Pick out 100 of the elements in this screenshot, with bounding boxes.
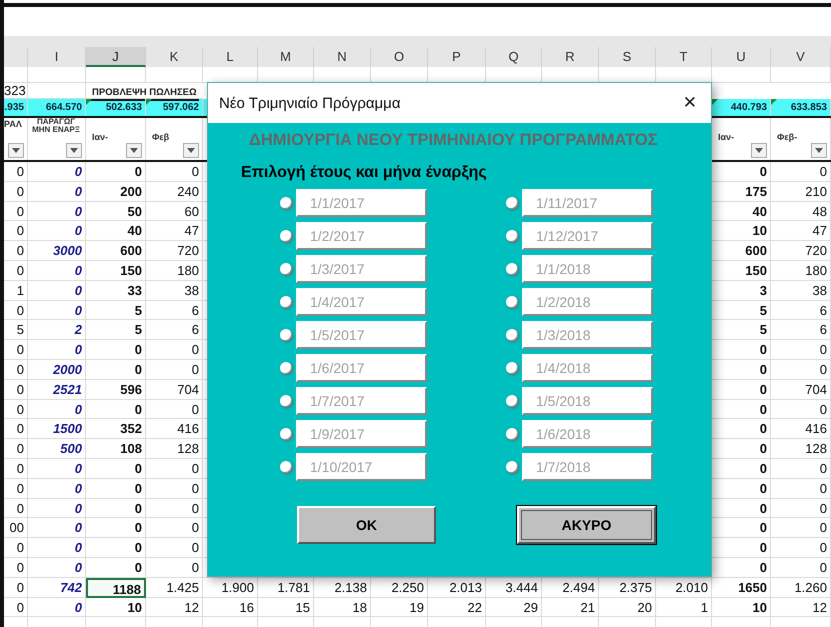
table-cell: 1.260 [771, 578, 831, 598]
table-cell[interactable]: 33 [86, 280, 146, 301]
table-cell: 2 [28, 320, 86, 340]
column-header[interactable]: Q [486, 47, 542, 67]
table-cell[interactable]: 0 [86, 162, 146, 182]
table-cell: 6 [771, 320, 831, 340]
table-cell: 21 [542, 598, 599, 618]
table-cell: 6 [146, 320, 203, 340]
table-cell[interactable]: 50 [86, 202, 146, 222]
table-cell: 0 [4, 221, 28, 242]
table-cell[interactable]: 0 [86, 340, 146, 360]
table-cell[interactable]: 10 [86, 598, 146, 618]
table-cell: 500 [28, 439, 86, 459]
table-cell: 416 [146, 419, 203, 440]
column-header[interactable]: P [428, 47, 486, 67]
table-cell: 0 [28, 458, 86, 479]
table-cell: 0 [4, 478, 28, 499]
table-cell: 0 [4, 182, 28, 202]
table-cell[interactable]: 0 [86, 518, 146, 538]
column-title: ΡΑΛ [4, 119, 22, 129]
table-cell[interactable]: 200 [86, 182, 146, 202]
table-cell[interactable]: 0 [86, 498, 146, 518]
table-cell: 128 [146, 439, 203, 459]
table-cell: 5 [4, 320, 28, 340]
table-cell: 10 [712, 598, 771, 618]
column-header[interactable]: K [146, 47, 203, 67]
table-cell: 20 [599, 598, 656, 618]
table-cell: 0 [771, 162, 831, 182]
column-header[interactable]: N [314, 47, 371, 67]
table-cell: 440.793 [730, 102, 767, 113]
table-cell: 1 [656, 598, 712, 618]
column-header[interactable]: T [656, 47, 712, 67]
table-cell: 2000 [28, 360, 86, 380]
table-cell: 0 [146, 360, 203, 380]
table-cell: 0 [146, 340, 203, 360]
table-cell: 0 [28, 280, 86, 301]
table-cell[interactable]: 0 [86, 400, 146, 420]
table-cell[interactable]: 0 [86, 458, 146, 479]
table-cell: 15 [258, 598, 314, 618]
table-cell: 0 [771, 458, 831, 479]
table-cell: 180 [771, 260, 831, 281]
table-cell: 0 [146, 518, 203, 538]
table-cell: 0 [4, 498, 28, 518]
column-header[interactable]: R [542, 47, 599, 67]
table-cell: 47 [146, 221, 203, 242]
column-header[interactable]: O [371, 47, 428, 67]
table-cell[interactable]: 0 [86, 478, 146, 499]
table-cell: 0 [771, 360, 831, 380]
table-cell: 0 [771, 400, 831, 420]
table-cell: 0 [28, 221, 86, 242]
table-cell[interactable]: 600 [86, 241, 146, 261]
table-cell[interactable]: 5 [86, 300, 146, 320]
table-cell: 60 [146, 202, 203, 222]
table-cell: 22 [428, 598, 486, 618]
table-cell: 0 [28, 478, 86, 499]
ok-button[interactable]: OK [297, 506, 436, 544]
table-cell: 128 [771, 439, 831, 459]
table-cell[interactable]: 1188 [86, 578, 146, 598]
table-cell: 00 [4, 518, 28, 538]
table-cell: 1.425 [146, 578, 203, 598]
table-cell: 0 [4, 578, 28, 598]
cancel-button[interactable]: ΑΚΥΡΟ [517, 506, 656, 544]
column-header[interactable]: L [203, 47, 258, 67]
table-cell: .935 [4, 102, 24, 113]
table-cell: 12 [146, 598, 203, 618]
table-cell[interactable]: 0 [86, 360, 146, 380]
table-cell: 210 [771, 182, 831, 202]
table-cell: 720 [146, 241, 203, 261]
column-header[interactable]: M [258, 47, 314, 67]
table-cell[interactable]: 108 [86, 439, 146, 459]
table-cell: 38 [146, 280, 203, 301]
close-button[interactable]: ✕ [678, 93, 701, 113]
table-cell: 0 [4, 439, 28, 459]
table-cell: 502.633 [106, 102, 142, 113]
dialog-subheading: Επιλογή έτους και μήνα έναρξης [241, 164, 488, 182]
column-header[interactable]: U [712, 47, 771, 67]
table-cell: 0 [146, 478, 203, 499]
table-cell: 1 [4, 280, 28, 301]
column-header[interactable]: V [771, 47, 831, 67]
table-cell: 16 [203, 598, 258, 618]
table-cell: 0 [771, 558, 831, 578]
column-title: Ιαν- [92, 132, 108, 142]
table-cell[interactable]: 596 [86, 380, 146, 400]
table-cell: 0 [146, 558, 203, 578]
table-cell[interactable]: 40 [86, 221, 146, 242]
table-cell: 664.570 [46, 102, 82, 113]
table-cell: 12 [771, 598, 831, 618]
table-cell: 0 [28, 340, 86, 360]
table-cell: 1500 [28, 419, 86, 440]
table-cell[interactable]: 5 [86, 320, 146, 340]
table-cell: 0 [146, 538, 203, 558]
column-header[interactable]: S [599, 47, 656, 67]
table-cell[interactable]: 150 [86, 260, 146, 281]
table-cell: 597.062 [162, 102, 199, 113]
table-cell[interactable]: 0 [86, 538, 146, 558]
table-cell[interactable]: 352 [86, 419, 146, 440]
column-header[interactable]: J [86, 47, 146, 67]
column-title: ΠΑΡΑΓΩΓ ΜΗΝ ΕΝΑΡΞ [31, 118, 81, 135]
table-cell: 0 [771, 518, 831, 538]
dialog-heading: ΔΗΜΙΟΥΡΓΙΑ ΝΕΟΥ ΤΡΙΜΗΝΙΑΙΟΥ ΠΡΟΓΡΑΜΜΑΤΟΣ [249, 131, 659, 150]
